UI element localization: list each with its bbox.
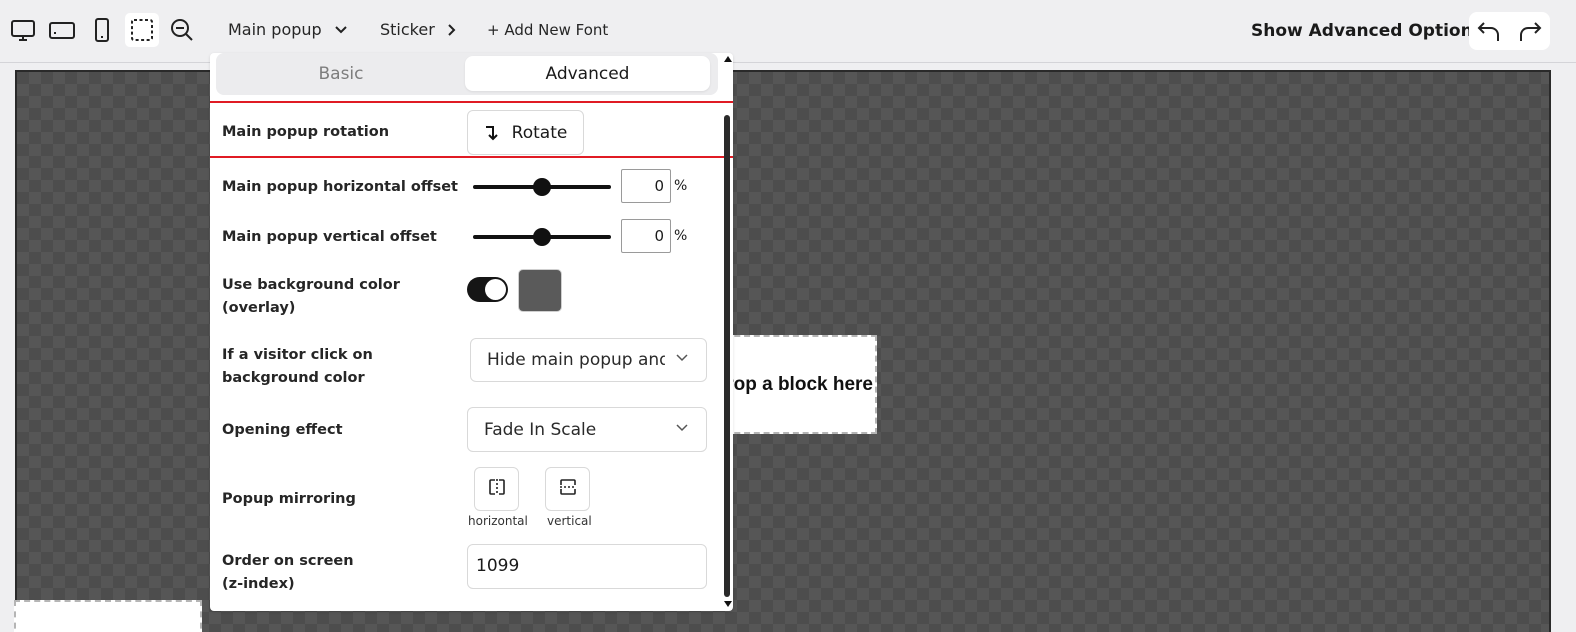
background-color-label: Use background color (overlay) — [222, 274, 400, 320]
horizontal-offset-slider-thumb[interactable] — [533, 178, 551, 196]
popup-mirroring-label: Popup mirroring — [222, 491, 356, 507]
opening-effect-select[interactable]: Fade In Scale — [467, 407, 707, 452]
chevron-down-icon — [334, 25, 348, 35]
selection-mode-icon[interactable] — [125, 13, 159, 47]
mirror-horizontal-label: horizontal — [468, 514, 528, 528]
toggle-knob — [485, 279, 506, 300]
z-index-label: Order on screen (z-index) — [222, 550, 354, 596]
opening-effect-selected: Fade In Scale — [484, 419, 597, 440]
horizontal-offset-input[interactable]: 0 — [621, 169, 671, 203]
secondary-drop-zone[interactable] — [14, 600, 202, 632]
background-color-label-line2: (overlay) — [222, 300, 296, 316]
panel-scrollbar[interactable] — [722, 53, 733, 611]
tab-basic[interactable]: Basic — [216, 56, 466, 91]
click-background-label: If a visitor click on background color — [222, 344, 373, 390]
mirror-vertical-label: vertical — [547, 514, 592, 528]
sticker-label: Sticker — [380, 20, 435, 39]
rotation-label: Main popup rotation — [222, 124, 390, 140]
panel-tabs: Basic Advanced — [216, 53, 718, 95]
horizontal-offset-label: Main popup horizontal offset — [222, 179, 458, 195]
opening-effect-label: Opening effect — [222, 422, 343, 438]
background-color-label-line1: Use background color — [222, 277, 400, 293]
scroll-down-arrow-icon[interactable] — [724, 601, 732, 607]
vertical-offset-input[interactable]: 0 — [621, 219, 671, 253]
settings-panel: Basic Advanced Main popup rotation Rotat… — [210, 53, 733, 611]
chevron-down-icon — [676, 423, 688, 432]
drop-zone-text: Drop a block here — [712, 373, 874, 395]
mirror-horizontal-button[interactable] — [474, 467, 519, 511]
click-background-selected: Hide main popup and — [487, 350, 665, 370]
rotate-button-label: Rotate — [511, 122, 568, 143]
undo-icon[interactable] — [1473, 15, 1505, 47]
background-color-toggle[interactable] — [467, 277, 508, 302]
scroll-up-arrow-icon[interactable] — [724, 56, 732, 62]
chevron-right-icon — [447, 23, 457, 37]
horizontal-offset-unit: % — [674, 178, 688, 194]
horizontal-offset-slider[interactable] — [473, 178, 611, 196]
rotate-button[interactable]: Rotate — [467, 110, 584, 155]
undo-redo-group — [1469, 12, 1550, 50]
vertical-offset-slider-thumb[interactable] — [533, 228, 551, 246]
z-index-input[interactable]: 1099 — [467, 544, 707, 589]
popup-selector[interactable]: Main popup — [228, 19, 348, 41]
sticker-selector[interactable]: Sticker — [380, 19, 457, 41]
redo-icon[interactable] — [1514, 15, 1546, 47]
popup-selector-label: Main popup — [228, 20, 322, 39]
add-new-font-button[interactable]: + Add New Font — [487, 19, 608, 41]
z-index-label-line2: (z-index) — [222, 576, 295, 592]
click-background-label-line2: background color — [222, 370, 365, 386]
flip-horizontal-icon — [487, 477, 507, 501]
vertical-offset-slider[interactable] — [473, 228, 611, 246]
background-color-swatch[interactable] — [518, 269, 562, 312]
tab-advanced[interactable]: Advanced — [465, 56, 710, 91]
zoom-out-icon[interactable] — [165, 13, 199, 47]
tablet-landscape-view-icon[interactable] — [45, 13, 79, 47]
click-background-label-line1: If a visitor click on — [222, 347, 373, 363]
z-index-label-line1: Order on screen — [222, 553, 354, 569]
flip-vertical-icon — [558, 477, 578, 501]
mobile-view-icon[interactable] — [85, 13, 119, 47]
vertical-offset-unit: % — [674, 228, 688, 244]
mirror-vertical-button[interactable] — [545, 467, 590, 511]
rotate-arrow-icon — [484, 124, 500, 142]
show-advanced-options-button[interactable]: Show Advanced Options — [1251, 19, 1483, 43]
chevron-down-icon — [676, 354, 688, 362]
scroll-thumb[interactable] — [724, 115, 730, 597]
click-background-select[interactable]: Hide main popup and — [470, 338, 707, 382]
vertical-offset-label: Main popup vertical offset — [222, 229, 437, 245]
desktop-view-icon[interactable] — [6, 13, 40, 47]
